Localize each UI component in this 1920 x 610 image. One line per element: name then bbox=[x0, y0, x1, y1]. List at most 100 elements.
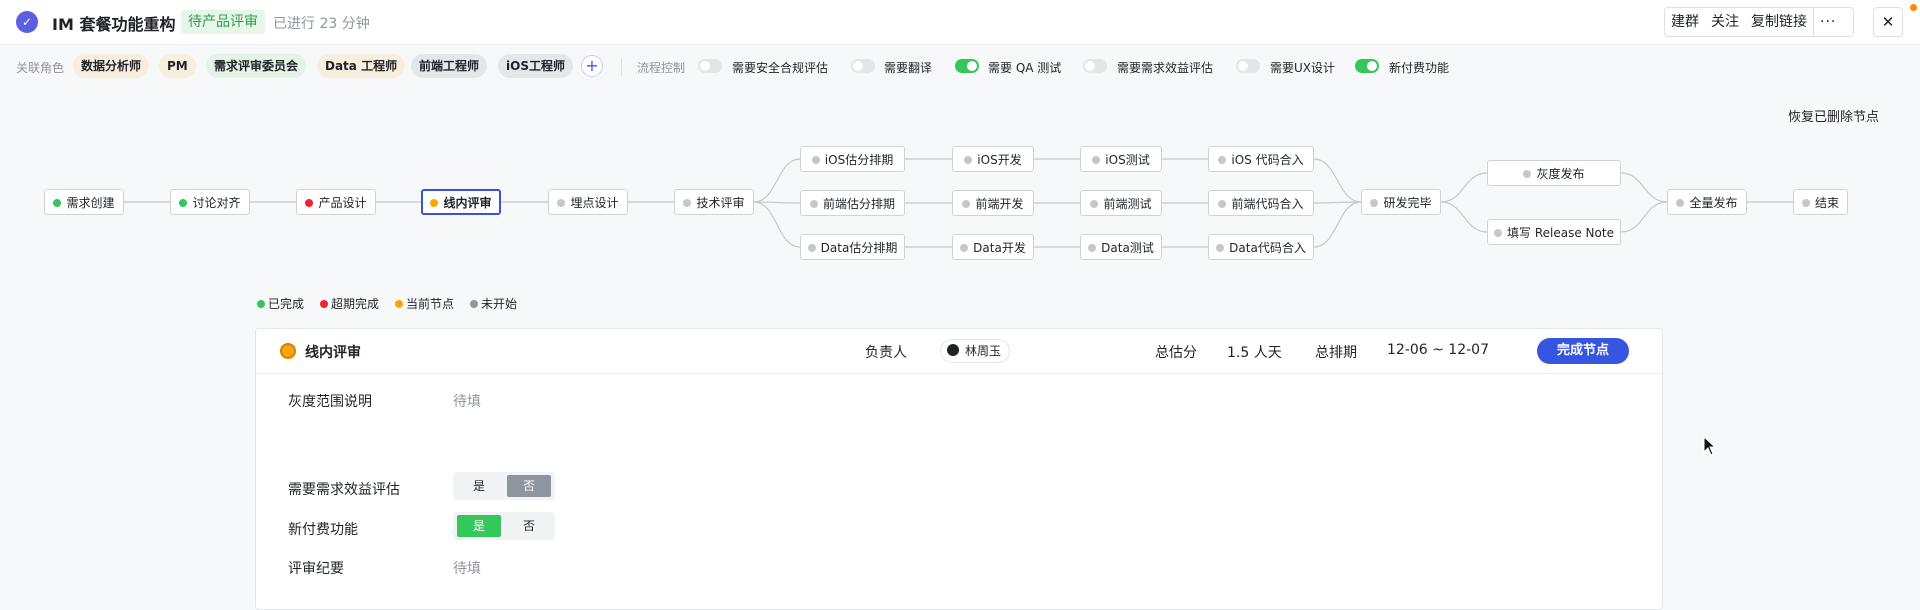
toggle-ux-design[interactable] bbox=[1236, 59, 1260, 73]
toolbar: 关联角色 数据分析师 PM 需求评审委员会 Data 工程师 前端工程师 iOS… bbox=[0, 50, 1920, 84]
flow-node-g1[interactable]: 灰度发布 bbox=[1487, 160, 1621, 186]
toggle-benefit-eval[interactable] bbox=[1083, 59, 1107, 73]
restore-deleted-nodes-link[interactable]: 恢复已删除节点 bbox=[1788, 106, 1879, 125]
flow-edge bbox=[1440, 172, 1488, 203]
flow-edge bbox=[1313, 158, 1362, 203]
flow-node-fe2[interactable]: 前端开发 bbox=[952, 190, 1034, 216]
benefit-yes-option[interactable]: 是 bbox=[457, 475, 501, 497]
flow-node-label: 技术评审 bbox=[696, 196, 745, 210]
current-status-icon bbox=[280, 343, 296, 359]
flow-node-label: 灰度发布 bbox=[1536, 167, 1585, 181]
review-minutes-value[interactable]: 待填 bbox=[453, 558, 481, 578]
toggle-security-compliance[interactable] bbox=[698, 59, 722, 73]
complete-node-button[interactable]: 完成节点 bbox=[1537, 338, 1629, 364]
create-group-button[interactable]: 建群 bbox=[1665, 8, 1705, 36]
owner-chip[interactable]: 林周玉 bbox=[940, 339, 1011, 363]
flow-edge bbox=[753, 201, 801, 204]
flow-node-label: 全量发布 bbox=[1689, 196, 1738, 210]
legend-item-done: 已完成 bbox=[257, 295, 304, 312]
status-dot-icon bbox=[683, 199, 692, 207]
flow-node-fe4[interactable]: 前端代码合入 bbox=[1208, 190, 1314, 216]
roles-label: 关联角色 bbox=[16, 61, 65, 75]
add-role-icon[interactable]: + bbox=[581, 55, 603, 77]
flow-node-n6[interactable]: 技术评审 bbox=[674, 189, 754, 215]
legend-item-notstarted: 未开始 bbox=[470, 295, 517, 312]
flow-node-ios1[interactable]: iOS估分排期 bbox=[800, 146, 905, 172]
flow-node-da1[interactable]: Data估分排期 bbox=[800, 234, 905, 260]
flow-node-label: iOS估分排期 bbox=[824, 153, 894, 167]
close-icon[interactable]: ✕ bbox=[1873, 7, 1903, 37]
flow-edge bbox=[1313, 201, 1362, 248]
status-dot-icon bbox=[962, 200, 971, 208]
flow-node-n1[interactable]: 需求创建 bbox=[44, 189, 124, 215]
flow-node-da3[interactable]: Data测试 bbox=[1080, 234, 1162, 260]
status-dot-icon bbox=[1370, 199, 1379, 207]
flow-node-label: 填写 Release Note bbox=[1507, 226, 1614, 240]
flow-node-fe1[interactable]: 前端估分排期 bbox=[800, 190, 905, 216]
role-tag-data-engineer[interactable]: Data 工程师 bbox=[317, 54, 406, 78]
flow-node-n9[interactable]: 结束 bbox=[1793, 189, 1848, 215]
status-dot-icon bbox=[964, 156, 973, 164]
role-tag-analyst[interactable]: 数据分析师 bbox=[73, 54, 150, 78]
status-dot-icon bbox=[809, 200, 818, 208]
status-dot-icon bbox=[305, 199, 314, 207]
flow-node-n3[interactable]: 产品设计 bbox=[296, 189, 376, 215]
status-dot-icon bbox=[430, 199, 439, 207]
toggle-translation[interactable] bbox=[851, 59, 875, 73]
flow-node-g2[interactable]: 填写 Release Note bbox=[1487, 219, 1621, 245]
notification-dot bbox=[1910, 4, 1917, 11]
flow-node-ios3[interactable]: iOS测试 bbox=[1080, 146, 1162, 172]
benefit-no-option[interactable]: 否 bbox=[507, 475, 551, 497]
flow-node-ios4[interactable]: iOS 代码合入 bbox=[1208, 146, 1314, 172]
flow-node-label: iOS 代码合入 bbox=[1231, 153, 1304, 167]
paid-yes-option[interactable]: 是 bbox=[457, 515, 501, 537]
role-tag-frontend-engineer[interactable]: 前端工程师 bbox=[411, 54, 488, 78]
avatar bbox=[947, 344, 959, 356]
flow-node-n2[interactable]: 讨论对齐 bbox=[170, 189, 250, 215]
paid-feature-segmented: 是 否 bbox=[453, 512, 555, 540]
flow-node-ios2[interactable]: iOS开发 bbox=[952, 146, 1034, 172]
status-dot-icon bbox=[1218, 156, 1227, 164]
status-badge: 待产品评审 bbox=[181, 10, 265, 34]
toggle-qa-test[interactable] bbox=[955, 59, 979, 73]
flow-node-n4[interactable]: 线内评审 bbox=[421, 189, 501, 215]
estimate-label: 总估分 bbox=[1155, 345, 1197, 361]
more-icon[interactable]: ··· bbox=[1813, 8, 1842, 36]
toggle-paid-feature[interactable] bbox=[1355, 59, 1379, 73]
node-detail-panel: 线内评审 负责人 林周玉 总估分 1.5 人天 总排期 12-06 ~ 12-0… bbox=[255, 328, 1663, 610]
flow-node-da4[interactable]: Data代码合入 bbox=[1208, 234, 1314, 260]
role-tag-pm[interactable]: PM bbox=[159, 54, 196, 78]
status-dot-icon bbox=[960, 244, 969, 252]
schedule-label: 总排期 bbox=[1315, 345, 1357, 361]
node-title: 线内评审 bbox=[305, 345, 361, 361]
gray-range-value[interactable]: 待填 bbox=[453, 391, 481, 411]
role-tag-review-committee[interactable]: 需求评审委员会 bbox=[206, 54, 307, 78]
flow-edge bbox=[753, 158, 801, 203]
status-dot-icon bbox=[807, 244, 816, 252]
flow-node-label: 研发完毕 bbox=[1383, 196, 1432, 210]
paid-no-option[interactable]: 否 bbox=[507, 515, 551, 537]
flow-node-n5[interactable]: 埋点设计 bbox=[548, 189, 628, 215]
flow-node-n7[interactable]: 研发完毕 bbox=[1361, 189, 1441, 215]
flow-node-label: Data估分排期 bbox=[820, 241, 898, 255]
flow-node-label: Data开发 bbox=[973, 241, 1026, 255]
flow-node-label: 前端测试 bbox=[1103, 197, 1152, 211]
flow-node-fe3[interactable]: 前端测试 bbox=[1080, 190, 1162, 216]
schedule-value: 12-06 ~ 12-07 bbox=[1387, 342, 1489, 358]
status-dot-icon bbox=[1088, 244, 1097, 252]
flow-node-label: 埋点设计 bbox=[570, 196, 619, 210]
flow-node-da2[interactable]: Data开发 bbox=[952, 234, 1034, 260]
role-tag-ios-engineer[interactable]: iOS工程师 bbox=[498, 54, 573, 78]
toggle-label-translation: 需要翻译 bbox=[884, 61, 933, 75]
elapsed-time: 已进行 23 分钟 bbox=[273, 16, 370, 32]
app-check-icon: ✓ bbox=[16, 11, 38, 33]
flow-node-n8[interactable]: 全量发布 bbox=[1667, 189, 1747, 215]
flow-node-label: 需求创建 bbox=[66, 196, 115, 210]
status-dot-icon bbox=[811, 156, 820, 164]
flow-control-label: 流程控制 bbox=[637, 61, 686, 75]
follow-button[interactable]: 关注 bbox=[1705, 8, 1745, 36]
status-dot-icon bbox=[1216, 244, 1225, 252]
copy-link-button[interactable]: 复制链接 bbox=[1745, 8, 1813, 36]
flow-node-label: Data代码合入 bbox=[1229, 241, 1306, 255]
mouse-cursor-icon bbox=[1703, 436, 1717, 456]
